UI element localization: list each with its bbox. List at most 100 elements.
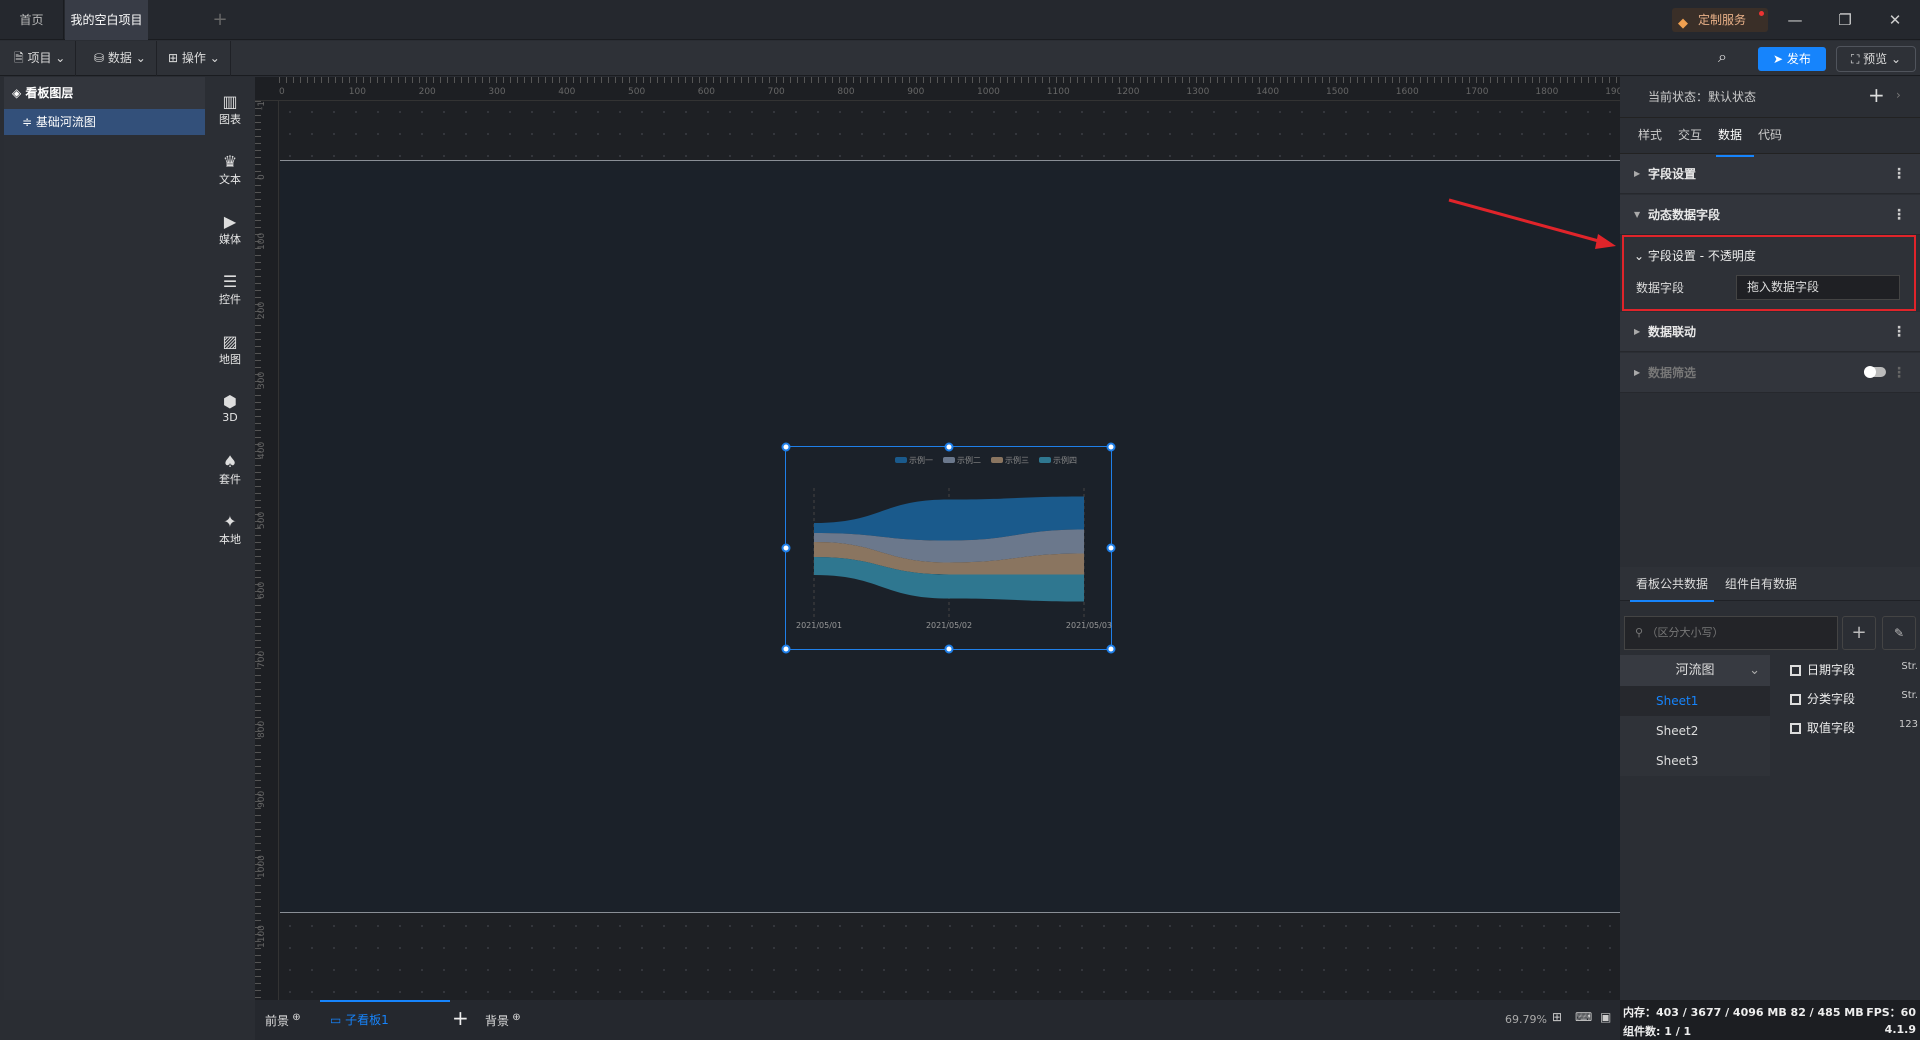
resize-handle[interactable] xyxy=(781,644,791,654)
component-icon: ⬢ xyxy=(223,392,237,411)
tab-subboard[interactable]: ▭ 子看板1 xyxy=(320,1000,450,1040)
component-0[interactable]: ▥ 图表 xyxy=(205,93,255,127)
layer-item[interactable]: ≑ 基础河流图 xyxy=(4,109,205,135)
tab-home[interactable]: 首页 xyxy=(0,0,64,40)
tab-component-data[interactable]: 组件自有数据 xyxy=(1725,575,1797,592)
tab-2[interactable]: 数据 xyxy=(1716,127,1754,157)
field-item[interactable]: 分类字段 Str. xyxy=(1790,690,1918,707)
minimize-button[interactable]: — xyxy=(1780,8,1810,32)
publish-button[interactable]: ➤ 发布 xyxy=(1758,47,1826,71)
search-icon: ⚲ xyxy=(1635,626,1647,639)
edit-icon[interactable]: ✎ xyxy=(1882,616,1916,650)
resize-handle[interactable] xyxy=(781,543,791,553)
fit-screen-icon[interactable]: ⊞ xyxy=(1552,1010,1562,1024)
section-data-filter[interactable]: ▶ 数据筛选 ⋮ xyxy=(1620,353,1920,393)
menu-project[interactable]: 🗎 项目 ⌄ xyxy=(4,41,77,76)
restore-button[interactable]: ❐ xyxy=(1830,8,1860,32)
section-field-settings[interactable]: ▶ 字段设置 ⋮ xyxy=(1620,154,1920,194)
dyn-field-title[interactable]: ⌄ 字段设置 - 不透明度 xyxy=(1634,247,1756,264)
custom-service-button[interactable]: ◆ 定制服务 xyxy=(1672,8,1768,32)
legend-label: 示例三 xyxy=(1005,455,1029,465)
river-chart-widget[interactable]: 示例一 示例二 示例三 示例四 2021/05/01 2021/05/02 2021/05/… xyxy=(781,442,1116,654)
resize-handle[interactable] xyxy=(1106,644,1116,654)
tab-project[interactable]: 我的空白项目 xyxy=(65,0,148,64)
more-icon[interactable]: ⋮ xyxy=(1892,154,1906,194)
preview-label: 预览 xyxy=(1863,52,1888,66)
more-icon[interactable]: ⋮ xyxy=(1892,353,1906,393)
tab-foreground[interactable]: 前景 ⊕ xyxy=(265,1012,301,1029)
add-board-button[interactable]: + xyxy=(452,1006,469,1030)
component-6[interactable]: ♠ 套件 xyxy=(205,453,255,487)
menu-operate[interactable]: ⊞ 操作 ⌄ xyxy=(158,41,231,76)
tab-3[interactable]: 代码 xyxy=(1756,127,1784,157)
ruler-label: 400 xyxy=(257,441,267,459)
component-4[interactable]: ▨ 地图 xyxy=(205,333,255,367)
version: 4.1.9 xyxy=(1884,1023,1916,1036)
add-circle-icon[interactable]: ⊕ xyxy=(509,1012,520,1023)
tab-0[interactable]: 样式 xyxy=(1636,127,1664,157)
checkbox[interactable] xyxy=(1790,723,1801,734)
section-dynamic-fields[interactable]: ▼ 动态数据字段 ⋮ xyxy=(1620,195,1920,235)
component-icon: ▶ xyxy=(223,212,237,231)
section-data-link[interactable]: ▶ 数据联动 ⋮ xyxy=(1620,312,1920,352)
sheet-item[interactable]: Sheet2 xyxy=(1620,716,1770,746)
add-state-icon[interactable]: + xyxy=(1868,83,1885,107)
component-label: 套件 xyxy=(219,473,241,486)
checkbox[interactable] xyxy=(1790,665,1801,676)
section-label: 动态数据字段 xyxy=(1648,208,1721,222)
resize-handle[interactable] xyxy=(944,442,953,452)
tab-public-data[interactable]: 看板公共数据 xyxy=(1630,575,1715,602)
add-tab-button[interactable]: + xyxy=(205,0,235,40)
dataset-select[interactable]: 河流图 ⌄ xyxy=(1620,655,1770,686)
resize-handle[interactable] xyxy=(1106,543,1116,553)
legend-label: 示例二 xyxy=(957,455,981,465)
zoom-level[interactable]: 69.79% xyxy=(1505,1013,1547,1026)
legend-label: 示例一 xyxy=(909,455,933,465)
layers-title: ◈ 看板图层 xyxy=(4,77,205,109)
component-icon: ▨ xyxy=(222,332,238,351)
sheet-item[interactable]: Sheet3 xyxy=(1620,746,1770,776)
close-button[interactable]: ✕ xyxy=(1880,8,1910,32)
data-field-dropzone[interactable]: 拖入数据字段 xyxy=(1736,275,1900,300)
layers-icon: ◈ xyxy=(12,86,26,100)
add-circle-icon[interactable]: ⊕ xyxy=(289,1012,300,1023)
preview-button[interactable]: ⛶ 预览 ⌄ xyxy=(1836,46,1916,72)
ruler-label: 1000 xyxy=(257,854,267,878)
component-1[interactable]: ♛ 文本 xyxy=(205,153,255,187)
resize-handle[interactable] xyxy=(944,644,953,654)
tab-1[interactable]: 交互 xyxy=(1676,127,1704,157)
component-7[interactable]: ✦ 本地 xyxy=(205,513,255,547)
tab-background[interactable]: 背景 ⊕ xyxy=(485,1012,521,1029)
chevron-right-icon[interactable]: › xyxy=(1896,88,1901,102)
field-item[interactable]: 日期字段 Str. xyxy=(1790,661,1918,678)
dataset-label: 河流图 xyxy=(1675,663,1715,678)
search-icon[interactable]: ⌕ xyxy=(1718,47,1727,67)
checkbox[interactable] xyxy=(1790,694,1801,705)
menu-data-label: 数据 xyxy=(107,51,132,65)
field-type: 123 xyxy=(1898,719,1918,730)
component-5[interactable]: ⬢ 3D xyxy=(205,392,255,425)
menu-project-label: 项目 xyxy=(27,51,52,65)
console-icon[interactable]: ▣ xyxy=(1600,1010,1611,1024)
component-label: 图表 xyxy=(219,113,241,126)
toolbar: 🗎 项目 ⌄ ⛁ 数据 ⌄ ⊞ 操作 ⌄ xyxy=(0,41,1920,76)
component-2[interactable]: ▶ 媒体 xyxy=(205,213,255,247)
keyboard-icon[interactable]: ⌨ xyxy=(1575,1010,1592,1024)
menu-data[interactable]: ⛁ 数据 ⌄ xyxy=(84,41,157,76)
menu-operate-label: 操作 xyxy=(181,51,206,65)
more-icon[interactable]: ⋮ xyxy=(1892,312,1906,352)
field-item[interactable]: 取值字段 123 xyxy=(1790,719,1918,736)
more-icon[interactable]: ⋮ xyxy=(1892,195,1906,235)
field-type: Str. xyxy=(1901,690,1918,701)
filter-toggle[interactable] xyxy=(1864,366,1886,378)
sheet-item[interactable]: Sheet1 xyxy=(1620,686,1770,716)
component-icon: ✦ xyxy=(223,512,237,531)
resize-handle[interactable] xyxy=(1106,442,1116,452)
ruler-label: 700 xyxy=(257,651,267,669)
add-data-button[interactable]: + xyxy=(1842,616,1876,650)
field-type: Str. xyxy=(1901,661,1918,672)
data-search-input[interactable]: ⚲ （区分大小写） xyxy=(1624,616,1838,650)
resize-handle[interactable] xyxy=(781,442,791,452)
component-3[interactable]: ☰ 控件 xyxy=(205,273,255,307)
ruler-label: 100 xyxy=(348,87,366,97)
